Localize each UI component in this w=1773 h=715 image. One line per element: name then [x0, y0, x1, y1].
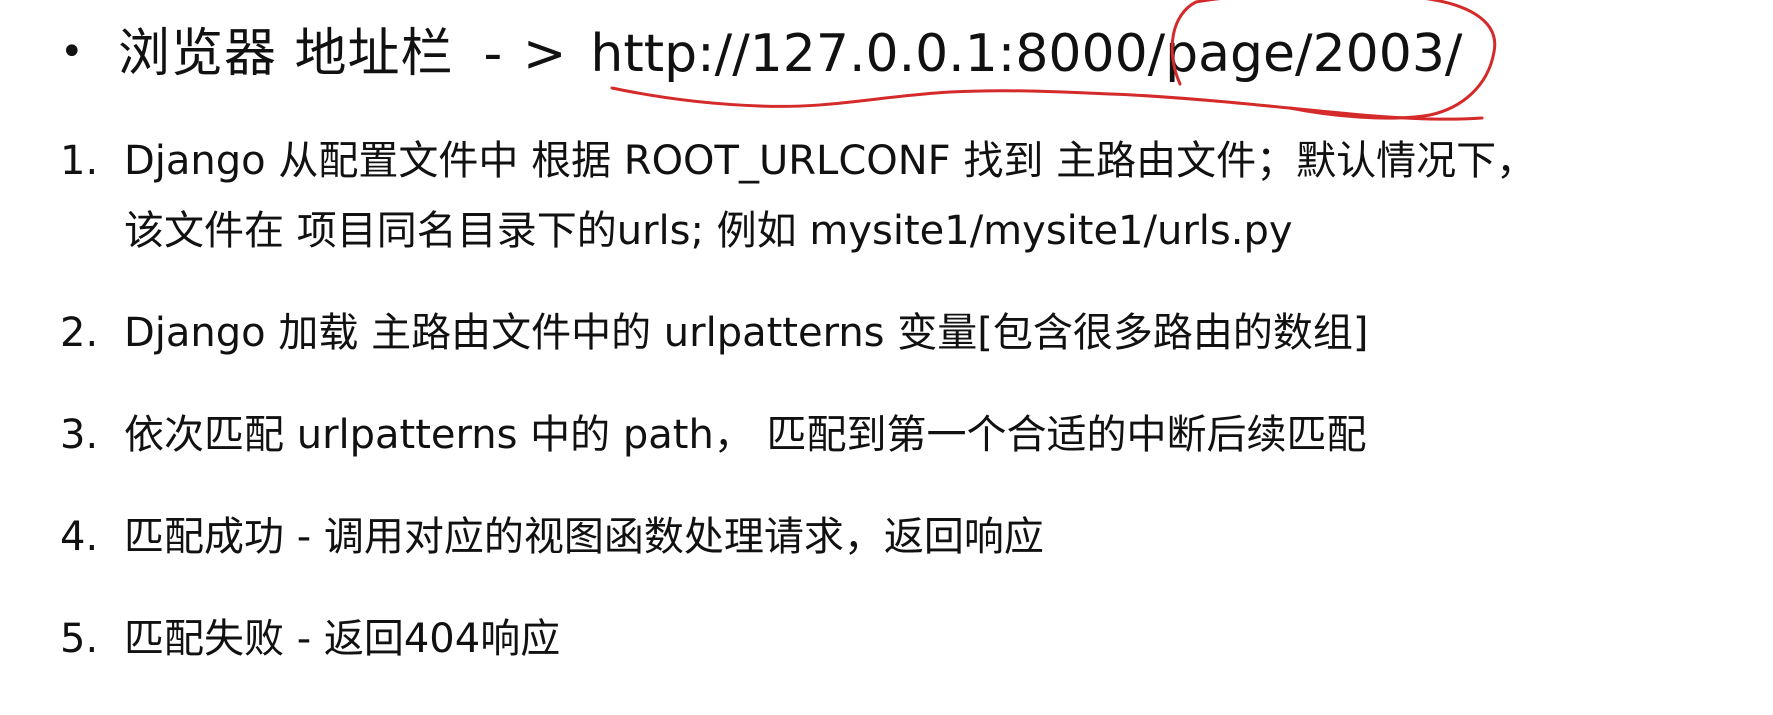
arrow-text: - >	[483, 24, 569, 84]
step-line: 匹配失败 - 返回404响应	[124, 616, 561, 662]
step-text: 匹配失败 - 返回404响应	[124, 604, 560, 674]
step-number: 1.	[60, 138, 99, 184]
list-item: 5. 匹配失败 - 返回404响应	[60, 604, 1536, 674]
step-line: 匹配成功 - 调用对应的视图函数处理请求，返回响应	[124, 514, 1044, 560]
list-item: 4. 匹配成功 - 调用对应的视图函数处理请求，返回响应	[60, 502, 1536, 572]
browser-address-bar-label: 浏览器 地址栏	[118, 24, 454, 84]
step-text: 匹配成功 - 调用对应的视图函数处理请求，返回响应	[124, 502, 1044, 572]
bullet-dot-icon: •	[60, 29, 84, 75]
url-bullet: • 浏览器 地址栏 - > http://127.0.0.1:8000/page…	[60, 14, 1462, 94]
step-text: 依次匹配 urlpatterns 中的 path， 匹配到第一个合适的中断后续匹…	[124, 400, 1367, 470]
list-item: 1. Django 从配置文件中 根据 ROOT_URLCONF 找到 主路由文…	[60, 126, 1536, 266]
steps-list: 1. Django 从配置文件中 根据 ROOT_URLCONF 找到 主路由文…	[60, 126, 1536, 706]
step-line: 依次匹配 urlpatterns 中的 path， 匹配到第一个合适的中断后续匹…	[124, 412, 1367, 458]
slide: • 浏览器 地址栏 - > http://127.0.0.1:8000/page…	[0, 0, 1773, 715]
step-number: 5.	[60, 616, 99, 662]
list-item: 3. 依次匹配 urlpatterns 中的 path， 匹配到第一个合适的中断…	[60, 400, 1536, 470]
step-line: Django 从配置文件中 根据 ROOT_URLCONF 找到 主路由文件；默…	[124, 138, 1537, 184]
url-text: http://127.0.0.1:8000/page/2003/	[590, 24, 1463, 84]
step-text: Django 加载 主路由文件中的 urlpatterns 变量[包含很多路由的…	[124, 298, 1368, 368]
step-line: Django 加载 主路由文件中的 urlpatterns 变量[包含很多路由的…	[124, 310, 1369, 356]
step-number: 4.	[60, 514, 99, 560]
step-number: 3.	[60, 412, 99, 458]
step-number: 2.	[60, 310, 99, 356]
step-text: Django 从配置文件中 根据 ROOT_URLCONF 找到 主路由文件；默…	[124, 126, 1536, 266]
list-item: 2. Django 加载 主路由文件中的 urlpatterns 变量[包含很多…	[60, 298, 1536, 368]
step-line: 该文件在 项目同名目录下的urls; 例如 mysite1/mysite1/ur…	[124, 208, 1293, 254]
